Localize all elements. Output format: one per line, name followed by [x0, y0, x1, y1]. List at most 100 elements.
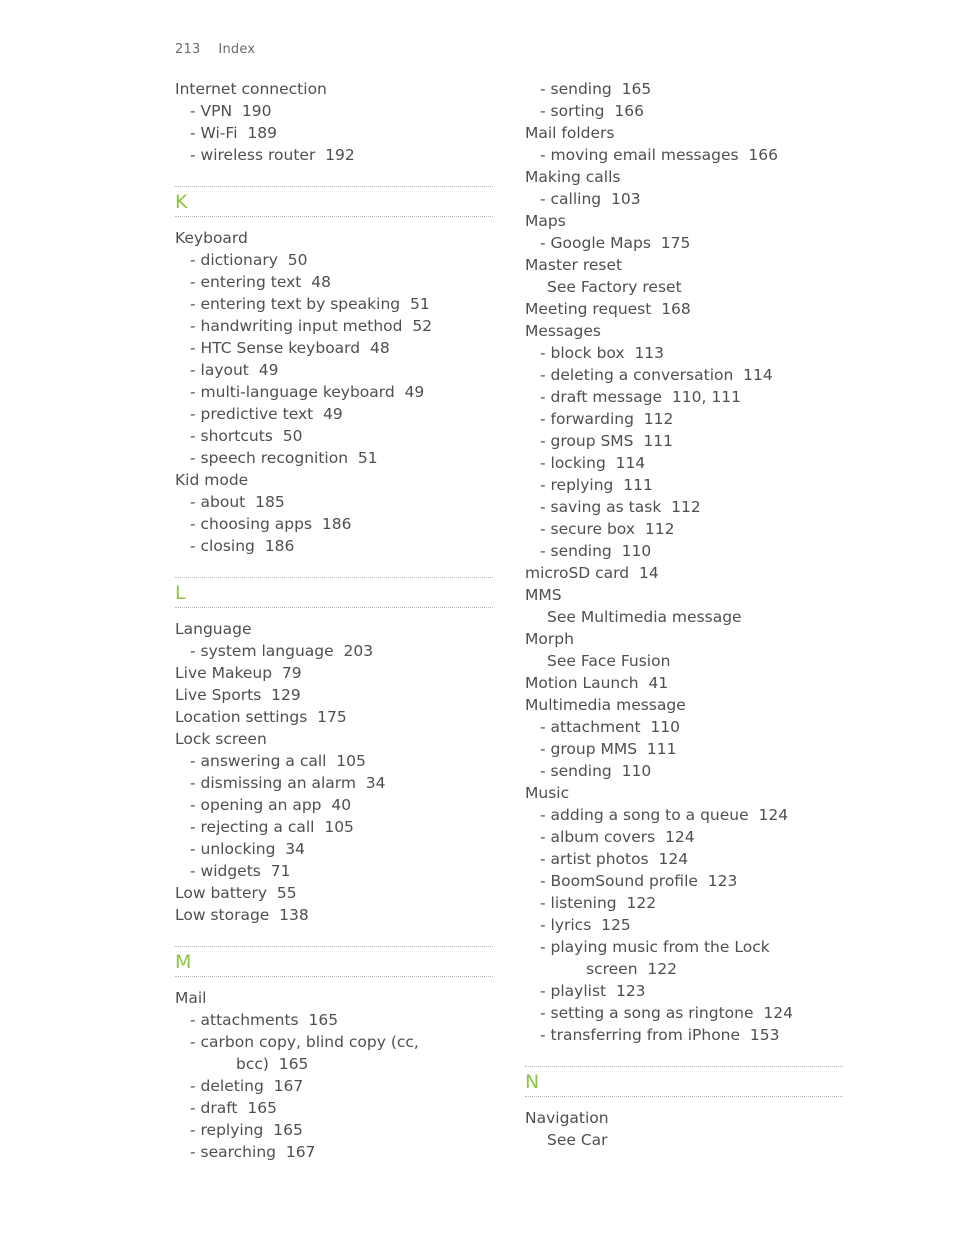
index-subentry: - Google Maps 175: [540, 234, 691, 252]
index-subentry: See Multimedia message: [547, 608, 742, 626]
index-entry-continuation: bcc) 165: [236, 1055, 309, 1073]
index-subentry: - about 185: [190, 493, 285, 511]
index-entry-group: Internet connection - VPN 190 - Wi-Fi 189 -…: [175, 78, 493, 166]
index-entry: Motion Launch 41: [525, 674, 669, 692]
index-entry-group: Navigation See Car: [525, 1107, 843, 1151]
index-subentry: See Face Fusion: [547, 652, 671, 670]
letter-divider: M: [175, 946, 493, 978]
index-entry: microSD card 14: [525, 564, 659, 582]
index-subentry: - entering text by speaking 51: [190, 295, 430, 313]
index-subentry: - deleting 167: [190, 1077, 304, 1095]
index-entry: Maps: [525, 212, 566, 230]
index-entry: Kid mode: [175, 471, 249, 489]
index-subentry: - wireless router 192: [190, 146, 355, 164]
index-subentry: - adding a song to a queue 124: [540, 806, 789, 824]
index-page: 213 Index Internet connection - VPN 190 - …: [0, 0, 954, 1235]
index-entry: Music: [525, 784, 570, 802]
index-subentry: - choosing apps 186: [190, 515, 352, 533]
index-subentry: - locking 114: [540, 454, 646, 472]
index-subentry: - setting a song as ringtone 124: [540, 1004, 793, 1022]
index-entry-continuation: screen 122: [586, 960, 677, 978]
letter-heading: N: [525, 1071, 540, 1093]
index-entry: Live Sports 129: [175, 686, 301, 704]
index-entry: Low storage 138: [175, 906, 309, 924]
index-subentry: - group SMS 111: [540, 432, 673, 450]
index-subentry: - secure box 112: [540, 520, 675, 538]
index-entry: Navigation: [525, 1109, 609, 1127]
index-subentry: - artist photos 124: [540, 850, 689, 868]
index-entry: Morph: [525, 630, 574, 648]
index-subentry: - group MMS 111: [540, 740, 677, 758]
index-subentry: - draft 165: [190, 1099, 277, 1117]
index-entry: Messages: [525, 322, 602, 340]
index-subentry: - searching 167: [190, 1143, 316, 1161]
index-subentry: - moving email messages 166: [540, 146, 779, 164]
index-subentry: - transferring from iPhone 153: [540, 1026, 780, 1044]
index-subentry: - draft message 110, 111: [540, 388, 741, 406]
index-subentry: - lyrics 125: [540, 916, 631, 934]
index-subentry: - sending 110: [540, 542, 652, 560]
letter-divider: K: [175, 186, 493, 218]
index-subentry: - rejecting a call 105: [190, 818, 354, 836]
index-subentry: - layout 49: [190, 361, 279, 379]
index-subentry: - album covers 124: [540, 828, 695, 846]
index-subentry: - predictive text 49: [190, 405, 343, 423]
index-subentry: - VPN 190: [190, 102, 272, 120]
index-entry: Lock screen: [175, 730, 267, 748]
index-subentry: - HTC Sense keyboard 48: [190, 339, 390, 357]
index-subentry: - shortcuts 50: [190, 427, 303, 445]
index-entry: Language: [175, 620, 252, 638]
index-entry: Live Makeup 79: [175, 664, 302, 682]
section-name: Index: [218, 42, 256, 57]
index-subentry: - widgets 71: [190, 862, 291, 880]
page-number: 213: [175, 42, 201, 57]
letter-heading: M: [175, 951, 192, 973]
index-subentry: - sending 110: [540, 762, 652, 780]
index-subentry: - playlist 123: [540, 982, 646, 1000]
index-subentry: - calling 103: [540, 190, 641, 208]
index-subentry: - attachments 165: [190, 1011, 339, 1029]
index-entry-group: Mail - attachments 165 - carbon copy, blin…: [175, 987, 493, 1163]
index-subentry: - saving as task 112: [540, 498, 701, 516]
divider-rule-bottom: [175, 976, 493, 978]
index-subentry: - Wi-Fi 189: [190, 124, 277, 142]
index-entry: Mail folders: [525, 124, 615, 142]
index-subentry: - sorting 166: [540, 102, 644, 120]
running-header: 213 Index: [175, 42, 255, 57]
index-entry: Location settings 175: [175, 708, 347, 726]
index-subentry: - unlocking 34: [190, 840, 306, 858]
index-subentry: - sending 165: [540, 80, 652, 98]
index-entry: Meeting request 168: [525, 300, 691, 318]
index-subentry: - dictionary 50: [190, 251, 308, 269]
divider-rule-bottom: [175, 216, 493, 218]
index-subentry: - answering a call 105: [190, 752, 366, 770]
index-subentry: - listening 122: [540, 894, 657, 912]
divider-rule-bottom: [175, 607, 493, 609]
index-subentry: - speech recognition 51: [190, 449, 378, 467]
index-subentry: - playing music from the Lock screen 122: [525, 936, 843, 980]
index-subentry: - carbon copy, blind copy (cc, bcc) 165: [175, 1031, 493, 1075]
index-subentry: - closing 186: [190, 537, 295, 555]
index-entry: MMS: [525, 586, 562, 604]
index-column-right: - sending 165 - sorting 166 Mail folders - …: [525, 78, 843, 1163]
index-entry: Mail: [175, 989, 207, 1007]
index-column-left: Internet connection - VPN 190 - Wi-Fi 189 -…: [175, 78, 493, 1163]
letter-heading: L: [175, 582, 186, 604]
index-subentry: - deleting a conversation 114: [540, 366, 773, 384]
index-subentry: - replying 111: [540, 476, 653, 494]
index-subentry: - handwriting input method 52: [190, 317, 433, 335]
index-subentry: - forwarding 112: [540, 410, 674, 428]
index-entry-group: Keyboard - dictionary 50 - entering text 4…: [175, 227, 493, 557]
index-entry: Low battery 55: [175, 884, 297, 902]
index-subentry: - opening an app 40: [190, 796, 352, 814]
index-entry-group: Language - system language 203 Live Makeup…: [175, 618, 493, 926]
index-subentry: See Factory reset: [547, 278, 682, 296]
index-subentry: - dismissing an alarm 34: [190, 774, 386, 792]
letter-divider: L: [175, 577, 493, 609]
letter-divider: N: [525, 1066, 843, 1098]
index-subentry: - BoomSound profile 123: [540, 872, 738, 890]
index-entry-group: - sending 165 - sorting 166 Mail folders - …: [525, 78, 843, 1046]
index-subentry: - attachment 110: [540, 718, 680, 736]
index-entry: Internet connection: [175, 80, 327, 98]
index-subentry: - block box 113: [540, 344, 665, 362]
